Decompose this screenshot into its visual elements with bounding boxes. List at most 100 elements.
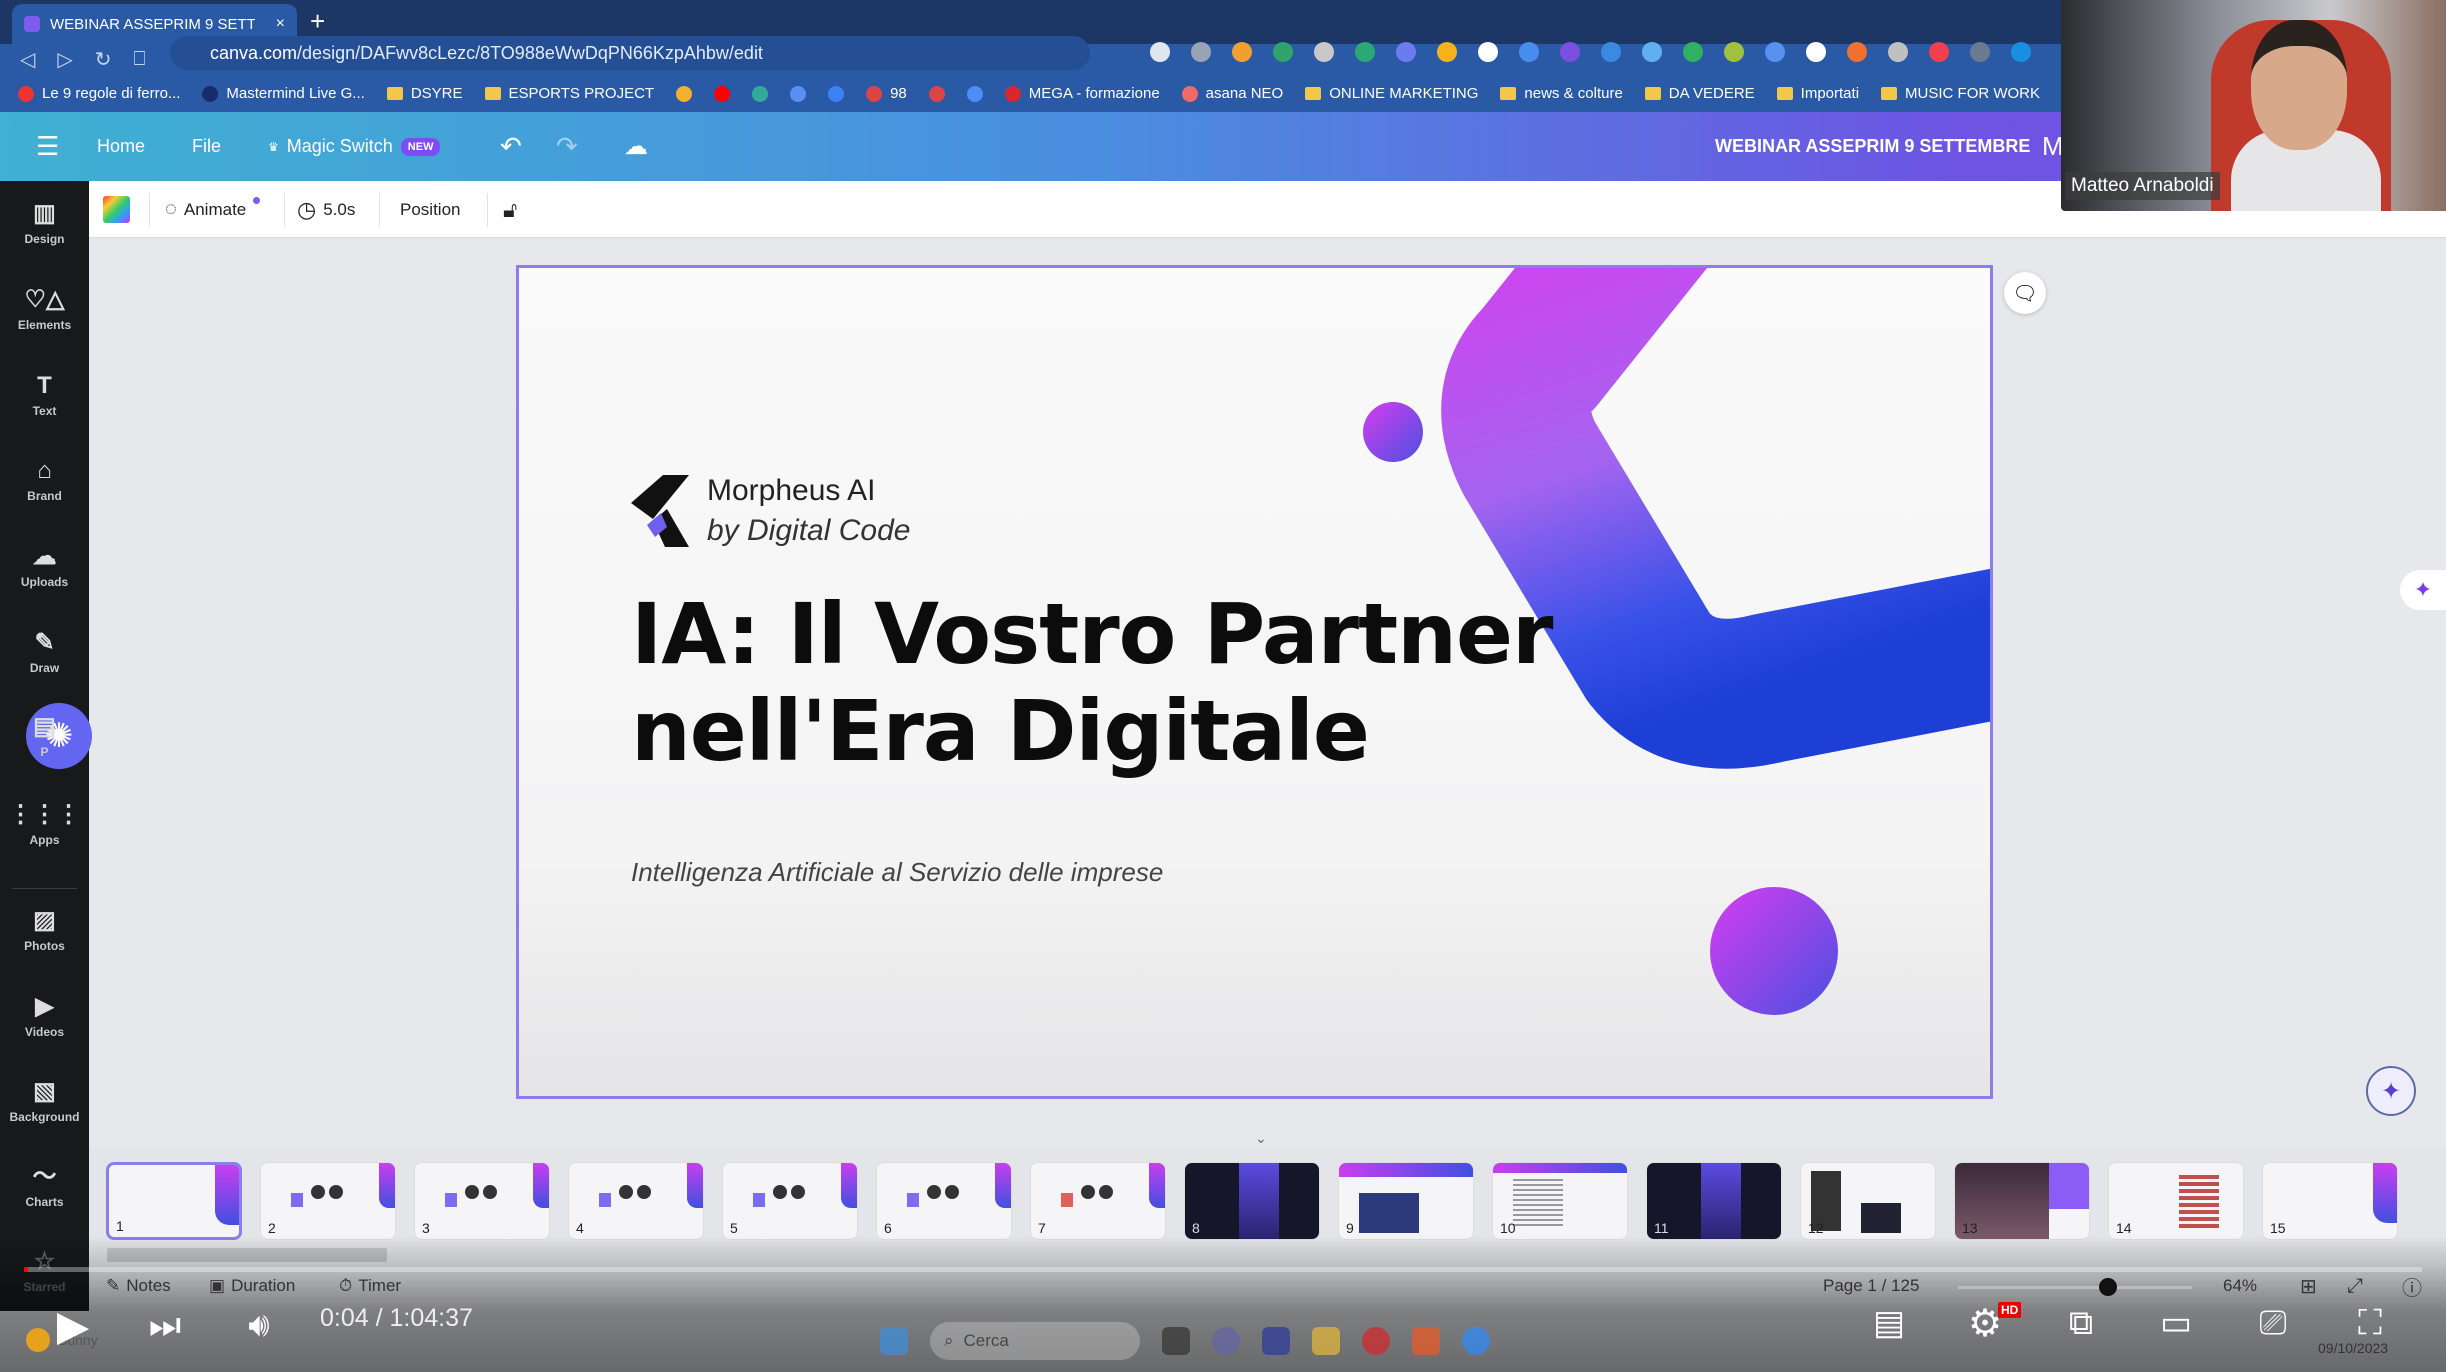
bookmark-item[interactable]: MEGA - formazione (1004, 85, 1160, 102)
bookmark-item[interactable]: Importati (1776, 85, 1859, 102)
extension-icon[interactable] (1847, 42, 1867, 62)
extension-icon[interactable] (1806, 42, 1826, 62)
sidebar-item-photos[interactable]: ▨ Photos (0, 907, 89, 953)
extension-icon[interactable] (1724, 42, 1744, 62)
bookmark-item[interactable] (752, 85, 769, 102)
close-tab-icon[interactable]: × (276, 15, 285, 33)
page-thumbnail[interactable]: 5 (722, 1162, 858, 1240)
page-thumbnail[interactable]: 15 (2262, 1162, 2398, 1240)
extension-icon[interactable] (1355, 42, 1375, 62)
url-input[interactable]: canva.com/design/DAFwv8cLezc/8TO988eWwDq… (170, 36, 1090, 70)
bookmark-item[interactable]: ESPORTS PROJECT (484, 85, 654, 102)
fullscreen-icon[interactable]: ⤢ (2347, 1272, 2363, 1300)
extension-icon[interactable] (1232, 42, 1252, 62)
teams-icon[interactable] (1212, 1327, 1240, 1355)
document-title[interactable]: WEBINAR ASSEPRIM 9 SETTEMBRE (1715, 112, 2030, 181)
page-thumbnail[interactable]: 4 (568, 1162, 704, 1240)
bookmark-item[interactable]: asana NEO (1181, 85, 1283, 102)
page-thumbnail[interactable]: 8 (1184, 1162, 1320, 1240)
bookmark-item[interactable] (828, 85, 845, 102)
play-button[interactable]: ▶ (50, 1302, 96, 1349)
extension-icon[interactable] (1396, 42, 1416, 62)
grid-view-icon[interactable]: ⊞ (2300, 1272, 2317, 1300)
magic-switch-button[interactable]: ♛ Magic Switch NEW (268, 112, 441, 181)
duration-button[interactable]: ◷ 5.0s (297, 181, 355, 238)
bookmark-item[interactable] (966, 85, 983, 102)
magic-assistant-button[interactable]: ✦ (2366, 1066, 2416, 1116)
sidebar-item-videos[interactable]: ▶ Videos (0, 993, 89, 1039)
magic-side-button[interactable]: ✦ (2400, 570, 2446, 610)
zoom-slider-knob[interactable] (2098, 1278, 2117, 1296)
extension-icon[interactable] (2011, 42, 2031, 62)
duration-footer-button[interactable]: ▣ Duration (209, 1272, 295, 1300)
file-explorer-icon[interactable] (1312, 1327, 1340, 1355)
extension-icon[interactable] (1929, 42, 1949, 62)
extension-icon[interactable] (1519, 42, 1539, 62)
undo-icon[interactable]: ↶ (500, 112, 522, 181)
add-comment-button[interactable]: 🗨︎ (2004, 272, 2046, 314)
reload-icon[interactable]: ↻ (95, 47, 112, 72)
animate-button[interactable]: ◌ Animate (165, 181, 261, 238)
slide-canvas[interactable]: Morpheus AI by Digital Code IA: Il Vostr… (516, 265, 1993, 1099)
page-thumbnail[interactable]: 13 (1954, 1162, 2090, 1240)
page-thumbnail[interactable]: 12 (1800, 1162, 1936, 1240)
cloud-saved-icon[interactable]: ☁ (624, 112, 648, 181)
page-thumbnail[interactable]: 7 (1030, 1162, 1166, 1240)
back-icon[interactable]: ◁ (20, 47, 35, 72)
notes-button[interactable]: ✎ Notes (106, 1272, 171, 1300)
bookmark-item[interactable]: ONLINE MARKETING (1305, 85, 1478, 102)
zoom-slider[interactable] (1958, 1278, 2192, 1296)
brave-icon[interactable] (1412, 1327, 1440, 1355)
page-indicator[interactable]: Page 1 / 125 (1823, 1272, 1919, 1300)
bookmark-item[interactable]: news & colture (1500, 85, 1623, 102)
taskbar-search[interactable]: ⌕ Cerca (930, 1322, 1140, 1360)
bookmark-item[interactable]: Mastermind Live G... (202, 85, 365, 102)
bookmark-item[interactable] (790, 85, 807, 102)
bookmark-item[interactable]: MUSIC FOR WORK (1881, 85, 2040, 102)
fullscreen-button[interactable]: ⛶ (2347, 1302, 2393, 1344)
next-button[interactable]: ⏭︎ (142, 1302, 188, 1348)
page-thumbnail[interactable]: 3 (414, 1162, 550, 1240)
page-thumbnail[interactable]: 6 (876, 1162, 1012, 1240)
theater-mode-button[interactable]: ▭ (2153, 1302, 2199, 1344)
page-thumbnail[interactable]: 10 (1492, 1162, 1628, 1240)
extension-icon[interactable] (1765, 42, 1785, 62)
taskview-icon[interactable] (1162, 1327, 1190, 1355)
page-thumbnail[interactable]: 2 (260, 1162, 396, 1240)
bookmark-item[interactable]: DSYRE (386, 85, 463, 102)
cast-button[interactable]: ⎚ (2250, 1302, 2296, 1344)
zoom-level[interactable]: 64% (2223, 1272, 2257, 1300)
extension-icon[interactable] (1601, 42, 1621, 62)
menu-icon[interactable]: ☰ (36, 112, 59, 181)
miniplayer-button[interactable]: ⧉ (2058, 1302, 2104, 1344)
bookmark-item[interactable]: DA VEDERE (1644, 85, 1755, 102)
extension-icon[interactable] (1642, 42, 1662, 62)
extension-icon[interactable] (1150, 42, 1170, 62)
color-button[interactable] (103, 181, 130, 238)
sidebar-item-text[interactable]: T Text (0, 372, 89, 418)
sidebar-item-background[interactable]: ▧ Background (0, 1078, 89, 1124)
sidebar-item-p[interactable]: ▤ P (0, 713, 89, 759)
page-thumbnail[interactable]: 11 (1646, 1162, 1782, 1240)
page-thumbnail[interactable]: 1 (106, 1162, 242, 1240)
bookmark-item[interactable] (714, 85, 731, 102)
help-icon[interactable]: ⓘ (2402, 1272, 2422, 1300)
bookmark-item[interactable] (676, 85, 693, 102)
bookmark-item[interactable] (928, 85, 945, 102)
sidebar-item-elements[interactable]: ♡△ Elements (0, 286, 89, 332)
extension-icon[interactable] (1273, 42, 1293, 62)
extension-icon[interactable] (1314, 42, 1334, 62)
zoom-app-icon[interactable] (1462, 1327, 1490, 1355)
timer-button[interactable]: ⏱︎ Timer (339, 1272, 401, 1300)
collapse-pages-icon[interactable]: ⌄ (1255, 1130, 1267, 1147)
sidebar-item-charts[interactable]: 〜 Charts (0, 1163, 89, 1209)
extension-icon[interactable] (1478, 42, 1498, 62)
file-button[interactable]: File (192, 112, 221, 181)
extension-icon[interactable] (1888, 42, 1908, 62)
bookmark-icon[interactable]: ⎕ (134, 48, 146, 71)
sidebar-item-uploads[interactable]: ☁ Uploads (0, 543, 89, 589)
sidebar-item-draw[interactable]: ✎ Draw (0, 629, 89, 675)
app-icon[interactable] (1262, 1327, 1290, 1355)
sidebar-item-design[interactable]: ▥ Design (0, 200, 89, 246)
windows-start-icon[interactable] (880, 1327, 908, 1355)
